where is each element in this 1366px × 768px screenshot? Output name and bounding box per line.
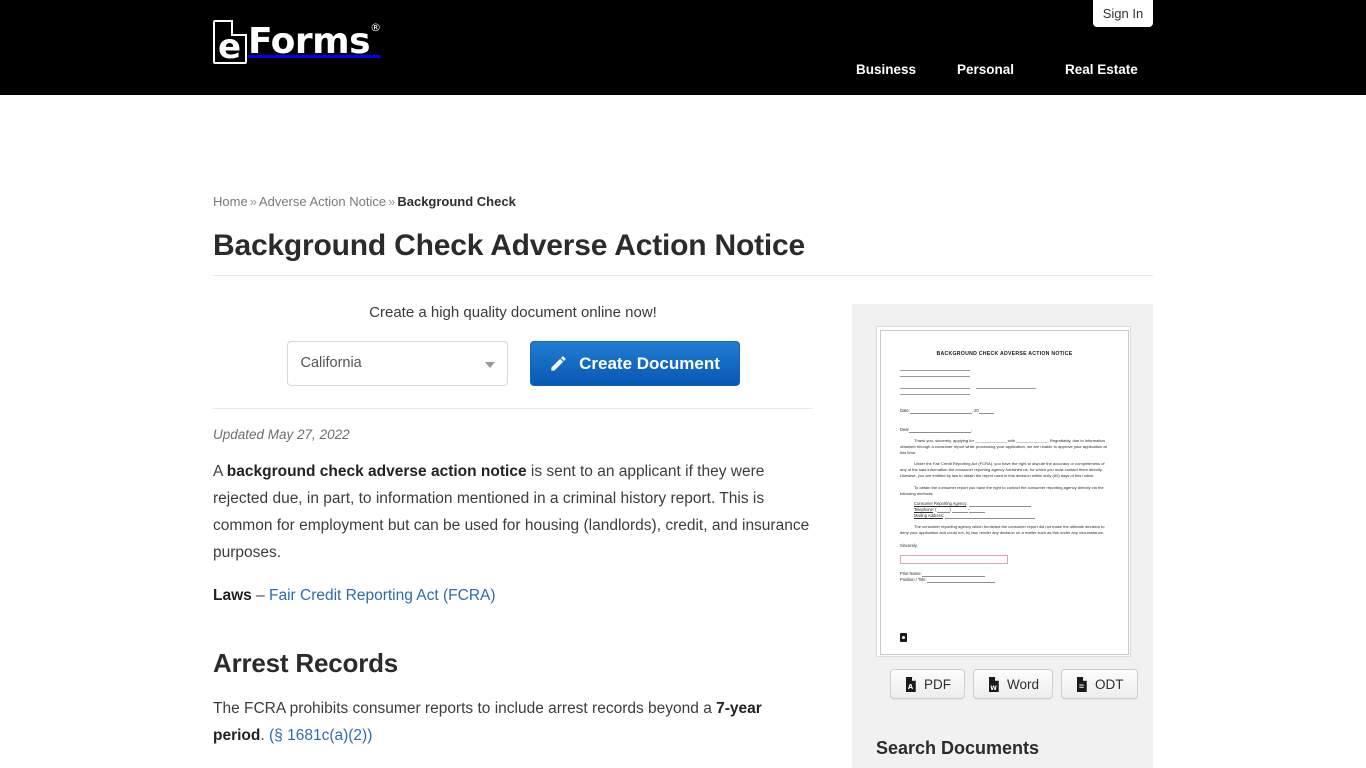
fcra-link[interactable]: Fair Credit Reporting Act (FCRA)	[269, 587, 496, 604]
doc-date-year: , 20	[971, 408, 979, 413]
pencil-icon	[551, 356, 566, 371]
doc-agency-label: Consumer Reporting Agency	[914, 500, 967, 506]
logo-word-text: Forms	[248, 21, 371, 62]
cta-divider	[213, 408, 813, 409]
breadcrumb-home[interactable]: Home	[213, 194, 248, 209]
doc-paragraph-2: Under the Fair Credit Reporting Act (FCR…	[900, 461, 1109, 479]
updated-date: Updated May 27, 2022	[213, 427, 350, 442]
document-preview-card[interactable]: BACKGROUND CHECK ADVERSE ACTION NOTICE D…	[876, 326, 1131, 657]
document-preview-page: BACKGROUND CHECK ADVERSE ACTION NOTICE D…	[880, 330, 1129, 655]
breadcrumb-separator-1: »	[249, 194, 257, 209]
download-buttons-row: A PDF W Word ODT	[890, 669, 1138, 699]
arrest-p1-b: .	[260, 727, 269, 744]
site-header: Sign In e Forms® Business Personal Real …	[0, 0, 1366, 95]
download-pdf-button[interactable]: A PDF	[890, 669, 965, 699]
state-select[interactable]: California	[286, 341, 508, 386]
intro-lead-bold: background check adverse action notice	[226, 463, 527, 480]
nav-item-personal[interactable]: Personal	[957, 62, 1065, 77]
logo-letter-e: e	[218, 27, 241, 67]
eforms-logo[interactable]: e Forms®	[213, 20, 381, 64]
arrest-citation-link[interactable]: (§ 1681c(a)(2))	[269, 727, 372, 744]
doc-date-label: Date:	[900, 408, 910, 413]
doc-blank-line-5	[900, 394, 970, 395]
page-title: Background Check Adverse Action Notice	[213, 229, 805, 262]
doc-position-title-field: Position / Title:	[900, 577, 1109, 583]
doc-dear-label: Dear	[900, 427, 909, 432]
laws-dash: –	[251, 587, 269, 604]
doc-field-mailing: Mailing Address:	[914, 513, 1109, 519]
doc-blank-line-3	[900, 388, 970, 389]
laws-label: Laws	[213, 587, 252, 604]
pdf-file-icon: A	[906, 676, 916, 692]
registered-trademark-icon: ®	[370, 21, 381, 34]
doc-print-name-label: Print Name:	[900, 570, 922, 576]
intro-lead-a: A	[213, 463, 227, 480]
doc-telephone-label: Telephone	[914, 506, 933, 512]
download-word-label: Word	[1007, 676, 1040, 692]
create-document-button[interactable]: Create Document	[529, 341, 740, 386]
doc-position-title-label: Position / Title:	[900, 576, 927, 582]
doc-p3-text: To obtain the consumer report you have t…	[900, 484, 1104, 496]
download-odt-label: ODT	[1095, 676, 1124, 692]
title-divider	[213, 275, 1153, 276]
doc-closing: Sincerely,	[900, 542, 918, 548]
svg-text:W: W	[990, 684, 997, 691]
doc-p1-text: Thank you, sincerely, applying for _____…	[900, 438, 1107, 456]
create-document-label: Create Document	[579, 353, 720, 373]
laws-paragraph: Laws – Fair Credit Reporting Act (FCRA)	[213, 582, 813, 609]
sidebar: BACKGROUND CHECK ADVERSE ACTION NOTICE D…	[852, 304, 1153, 768]
breadcrumb: Home» Adverse Action Notice» Background Ch…	[213, 194, 516, 209]
doc-p2-text: Under the Fair Credit Reporting Act (FCR…	[900, 461, 1105, 479]
main-content: Create a high quality document online no…	[213, 291, 813, 768]
nav-item-real-estate[interactable]: Real Estate	[1065, 62, 1165, 77]
chevron-down-icon	[484, 362, 495, 368]
breadcrumb-adverse-action-notice[interactable]: Adverse Action Notice	[259, 194, 386, 209]
download-pdf-label: PDF	[924, 676, 951, 692]
doc-blank-line-2	[900, 376, 970, 377]
doc-paragraph-4: The consumer reporting agency which furn…	[900, 524, 1109, 536]
sign-in-button[interactable]: Sign In	[1093, 0, 1153, 27]
doc-p4-text: The consumer reporting agency which furn…	[900, 523, 1105, 535]
arrest-paragraph-1: The FCRA prohibits consumer reports to i…	[213, 695, 813, 749]
arrest-p1-a: The FCRA prohibits consumer reports to i…	[213, 700, 717, 717]
section-heading-arrest-records: Arrest Records	[213, 648, 399, 678]
page-body: Home» Adverse Action Notice» Background Ch…	[0, 95, 1366, 768]
download-odt-button[interactable]: ODT	[1061, 669, 1138, 699]
nav-item-business[interactable]: Business	[856, 62, 957, 77]
download-word-button[interactable]: W Word	[973, 669, 1054, 699]
breadcrumb-current: Background Check	[397, 194, 516, 209]
document-file-icon	[900, 633, 907, 642]
cta-headline: Create a high quality document online no…	[369, 304, 657, 321]
search-documents-heading: Search Documents	[876, 738, 1040, 758]
breadcrumb-separator-2: »	[388, 194, 396, 209]
doc-blank-line-4	[976, 388, 1036, 389]
word-file-icon: W	[989, 676, 999, 692]
intro-paragraph: A background check adverse action notice…	[213, 458, 813, 566]
doc-paragraph-1: Thank you, sincerely, applying for _____…	[900, 438, 1109, 456]
doc-preview-title: BACKGROUND CHECK ADVERSE ACTION NOTICE	[936, 351, 1073, 357]
state-select-value: California	[300, 355, 362, 371]
doc-mailing-label: Mailing Address	[914, 512, 943, 518]
doc-blank-line-1	[900, 370, 970, 371]
odt-file-icon	[1077, 676, 1087, 692]
doc-dear-field: Dear,	[900, 427, 973, 433]
svg-text:A: A	[908, 683, 914, 691]
document-logo-icon: e	[213, 20, 247, 64]
cta-row: California Create Document	[213, 341, 813, 386]
doc-date-field: Date: , 20	[900, 408, 1109, 414]
primary-navigation: Business Personal Real Estate	[856, 62, 1165, 77]
logo-wordmark: Forms®	[248, 20, 381, 64]
signature-field[interactable]	[900, 554, 1008, 564]
doc-paragraph-3: To obtain the consumer report you have t…	[900, 485, 1109, 497]
